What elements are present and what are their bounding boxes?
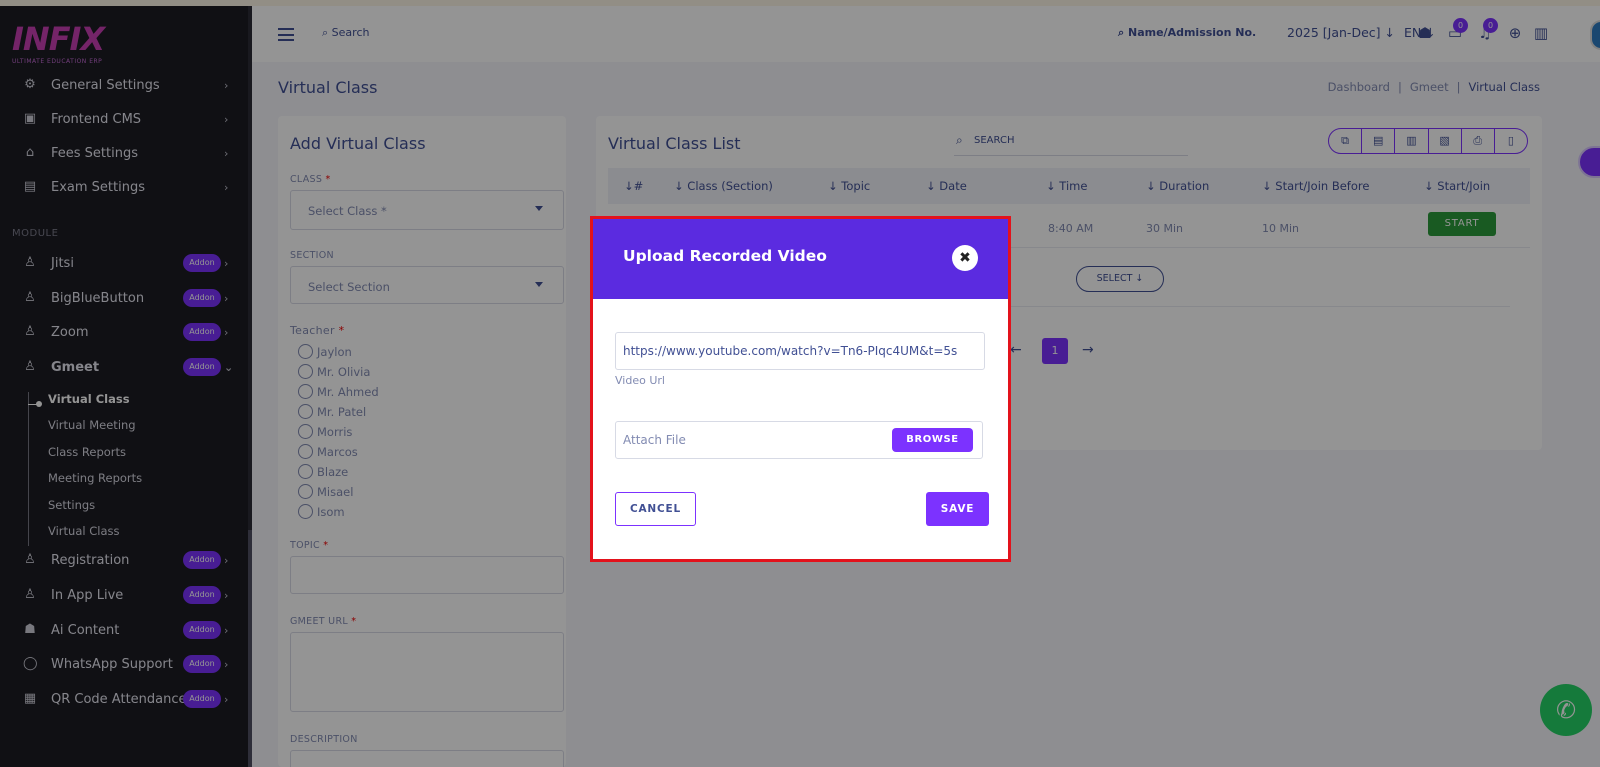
attach-file-placeholder: Attach File xyxy=(623,433,686,447)
upload-recorded-video-modal: Upload Recorded Video ✖ https://www.yout… xyxy=(590,216,1011,562)
modal-header: Upload Recorded Video ✖ xyxy=(593,219,1008,299)
attach-file-field[interactable]: Attach File BROWSE xyxy=(615,421,983,459)
modal-title: Upload Recorded Video xyxy=(623,247,827,265)
cancel-button[interactable]: CANCEL xyxy=(615,492,696,526)
video-url-input[interactable]: https://www.youtube.com/watch?v=Tn6-PIqc… xyxy=(615,332,985,370)
save-button[interactable]: SAVE xyxy=(926,492,989,526)
close-icon[interactable]: ✖ xyxy=(952,245,978,271)
video-url-label: Video Url xyxy=(615,374,665,387)
browse-button[interactable]: BROWSE xyxy=(892,428,973,452)
